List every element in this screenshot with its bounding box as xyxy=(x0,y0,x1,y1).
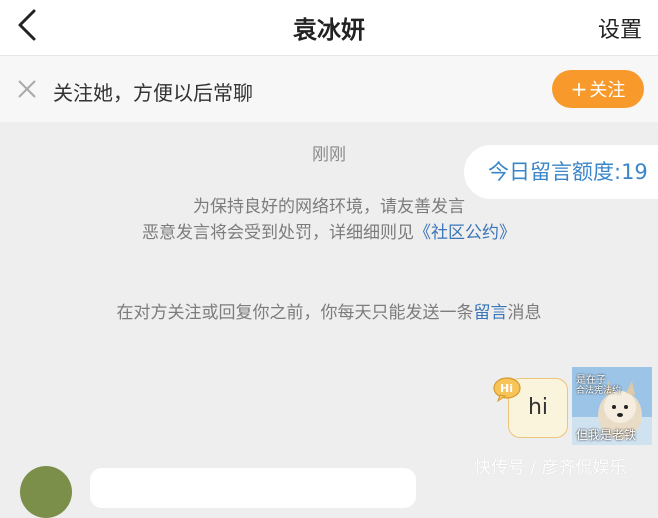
avatar[interactable]: 是在子 合法宪法约 但我是老铁 xyxy=(572,367,652,445)
follow-button-label: 关注 xyxy=(589,80,626,101)
avatar-caption: 但我是老铁 xyxy=(576,428,637,442)
notice-text: 恶意发言将会受到处罚，详细细则见 xyxy=(142,223,414,243)
notice-line: 在对方关注或回复你之前，你每天只能发送一条留言消息 xyxy=(0,298,658,323)
message-bubble[interactable] xyxy=(90,468,416,508)
follow-button[interactable]: + 关注 xyxy=(552,70,644,108)
follow-prompt: 关注她，方便以后常聊 xyxy=(53,81,253,105)
follow-banner: 关注她，方便以后常聊 + 关注 xyxy=(0,56,658,122)
page-title: 袁冰妍 xyxy=(293,16,365,44)
notice-line: 为保持良好的网络环境，请友善发言 xyxy=(193,197,465,217)
top-bar: 袁冰妍 设置 xyxy=(0,0,658,55)
watermark: 快传号 / 彦齐侃娱乐 xyxy=(474,458,627,478)
message-link[interactable]: 留言 xyxy=(474,303,508,323)
hi-badge-text: Hi xyxy=(500,382,513,395)
message-quota-badge: 今日留言额度:19 xyxy=(464,145,658,199)
plus-icon: + xyxy=(570,77,588,101)
settings-button[interactable]: 设置 xyxy=(598,12,642,44)
close-icon[interactable] xyxy=(16,78,38,100)
notice-text: 消息 xyxy=(507,303,542,323)
avatar-caption: 合法宪法约 xyxy=(576,386,622,396)
notice-line: 恶意发言将会受到处罚，详细细则见《社区公约》 xyxy=(0,218,658,243)
hi-bubble-icon: Hi xyxy=(493,377,521,402)
contact-avatar[interactable] xyxy=(20,466,72,518)
notice-text: 在对方关注或回复你之前，你每天只能发送一条 xyxy=(116,303,474,323)
community-rules-link[interactable]: 《社区公约》 xyxy=(414,223,516,243)
